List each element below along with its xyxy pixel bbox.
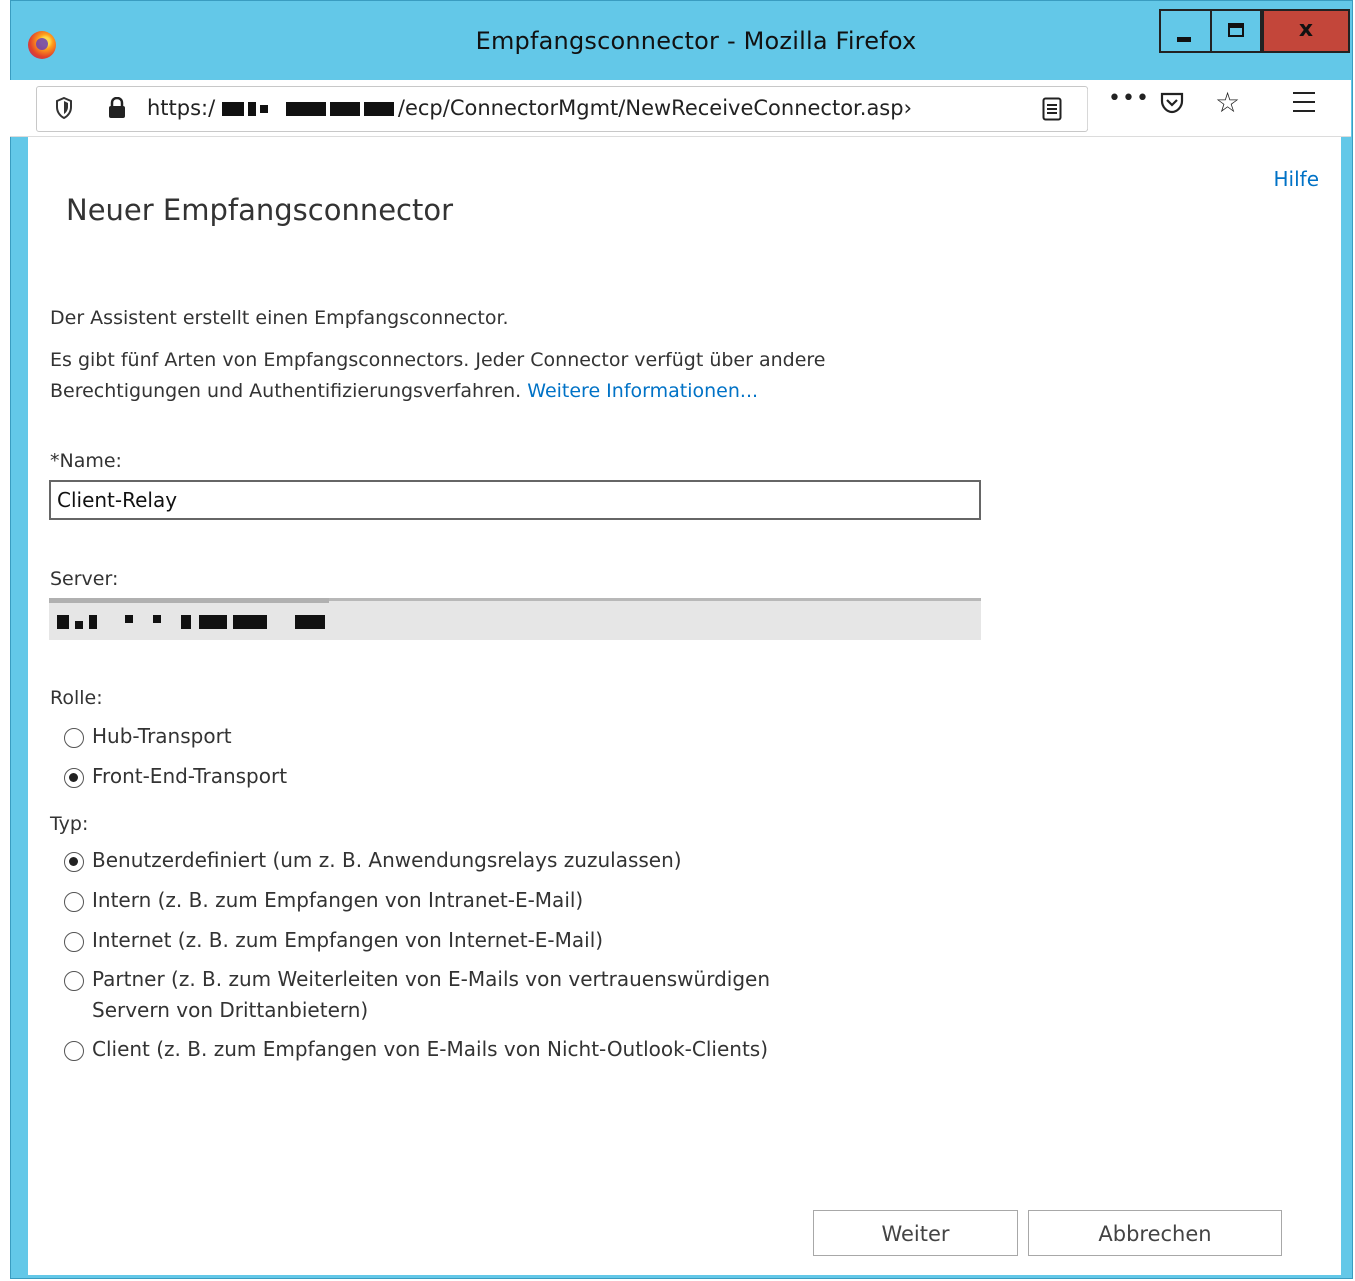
redacted-server <box>125 615 133 623</box>
hamburger-menu-icon[interactable] <box>1293 92 1315 112</box>
server-label: Server: <box>50 568 119 590</box>
redacted-host <box>247 102 256 116</box>
intro-text: Der Assistent erstellt einen Empfangscon… <box>50 307 509 329</box>
role-option-front-end-transport[interactable]: Front-End-Transport <box>64 764 287 792</box>
type-label: Typ: <box>50 813 89 835</box>
next-button[interactable]: Weiter <box>813 1210 1018 1256</box>
radio-button[interactable] <box>64 1041 84 1061</box>
name-label: *Name: <box>50 450 122 472</box>
server-field <box>49 598 981 640</box>
maximize-button[interactable] <box>1211 9 1262 53</box>
minimize-button[interactable] <box>1159 9 1211 53</box>
url-prefix: https:/ <box>147 96 216 120</box>
more-actions-icon[interactable]: ••• <box>1108 86 1150 111</box>
radio-button[interactable] <box>64 971 84 991</box>
title-bar[interactable]: Empfangsconnector - Mozilla Firefox x <box>11 1 1352 81</box>
url-text[interactable]: https:/ /ecp/ConnectorMgmt/NewReceiveCon… <box>147 96 1037 120</box>
url-path: /ecp/ConnectorMgmt/NewReceiveConnector.a… <box>397 96 912 120</box>
type-option-client[interactable]: Client (z. B. zum Empfangen von E-Mails … <box>64 1037 768 1065</box>
cancel-button[interactable]: Abbrechen <box>1028 1210 1282 1256</box>
radio-label: Intern (z. B. zum Empfangen von Intranet… <box>92 888 584 912</box>
redacted-server <box>199 615 227 629</box>
redacted-server <box>153 615 161 623</box>
redacted-server <box>233 615 267 629</box>
role-label: Rolle: <box>50 687 103 709</box>
radio-button[interactable] <box>64 852 84 872</box>
radio-label: Benutzerdefiniert (um z. B. Anwendungsre… <box>92 848 682 872</box>
window-title: Empfangsconnector - Mozilla Firefox <box>475 27 917 55</box>
redacted-server <box>75 621 83 629</box>
page-title: Neuer Empfangsconnector <box>66 193 454 227</box>
radio-button[interactable] <box>64 728 84 748</box>
tracking-protection-shield-icon[interactable] <box>55 97 73 119</box>
reader-view-icon[interactable] <box>1042 97 1062 121</box>
radio-button[interactable] <box>64 892 84 912</box>
close-icon: x <box>1298 17 1314 42</box>
name-input[interactable] <box>49 480 981 520</box>
background-window-edge <box>0 0 10 1281</box>
url-bar-separator <box>1087 89 1088 129</box>
bookmark-star-icon[interactable]: ☆ <box>1215 89 1240 117</box>
maximize-icon <box>1228 23 1244 37</box>
redacted-server <box>181 615 191 629</box>
minimize-icon <box>1177 37 1191 42</box>
type-option-partner[interactable]: Partner (z. B. zum Weiterleiten von E-Ma… <box>64 967 844 1026</box>
redacted-host <box>363 102 394 116</box>
url-bar[interactable]: https:/ /ecp/ConnectorMgmt/NewReceiveCon… <box>36 86 1088 132</box>
type-option-internal[interactable]: Intern (z. B. zum Empfangen von Intranet… <box>64 888 583 916</box>
redacted-host <box>285 102 326 116</box>
radio-label: Partner (z. B. zum Weiterleiten von E-Ma… <box>92 967 770 1022</box>
type-option-custom[interactable]: Benutzerdefiniert (um z. B. Anwendungsre… <box>64 848 682 876</box>
type-option-internet[interactable]: Internet (z. B. zum Empfangen von Intern… <box>64 928 603 956</box>
more-info-link[interactable]: Weitere Informationen... <box>527 380 758 402</box>
close-button[interactable]: x <box>1262 9 1350 53</box>
redacted-host <box>221 102 244 116</box>
browser-toolbar: https:/ /ecp/ConnectorMgmt/NewReceiveCon… <box>10 80 1351 137</box>
description-text: Es gibt fünf Arten von Empfangsconnector… <box>50 345 890 407</box>
radio-button[interactable] <box>64 932 84 952</box>
radio-label: Internet (z. B. zum Empfangen von Intern… <box>92 928 604 952</box>
radio-label: Client (z. B. zum Empfangen von E-Mails … <box>92 1037 769 1061</box>
radio-label: Front-End-Transport <box>92 764 288 788</box>
redacted-server <box>57 615 69 629</box>
server-field-border <box>49 598 329 603</box>
redacted-host <box>259 105 268 113</box>
redacted-server <box>295 615 325 629</box>
help-link[interactable]: Hilfe <box>1274 167 1320 191</box>
redacted-host <box>329 102 360 116</box>
pocket-icon[interactable] <box>1160 92 1184 114</box>
redacted-server <box>89 615 97 629</box>
role-option-hub-transport[interactable]: Hub-Transport <box>64 724 232 752</box>
dialog-content: Hilfe Neuer Empfangsconnector Der Assist… <box>28 137 1341 1275</box>
radio-label: Hub-Transport <box>92 724 232 748</box>
server-field-border <box>329 598 981 601</box>
lock-icon[interactable] <box>107 97 127 119</box>
radio-button[interactable] <box>64 768 84 788</box>
